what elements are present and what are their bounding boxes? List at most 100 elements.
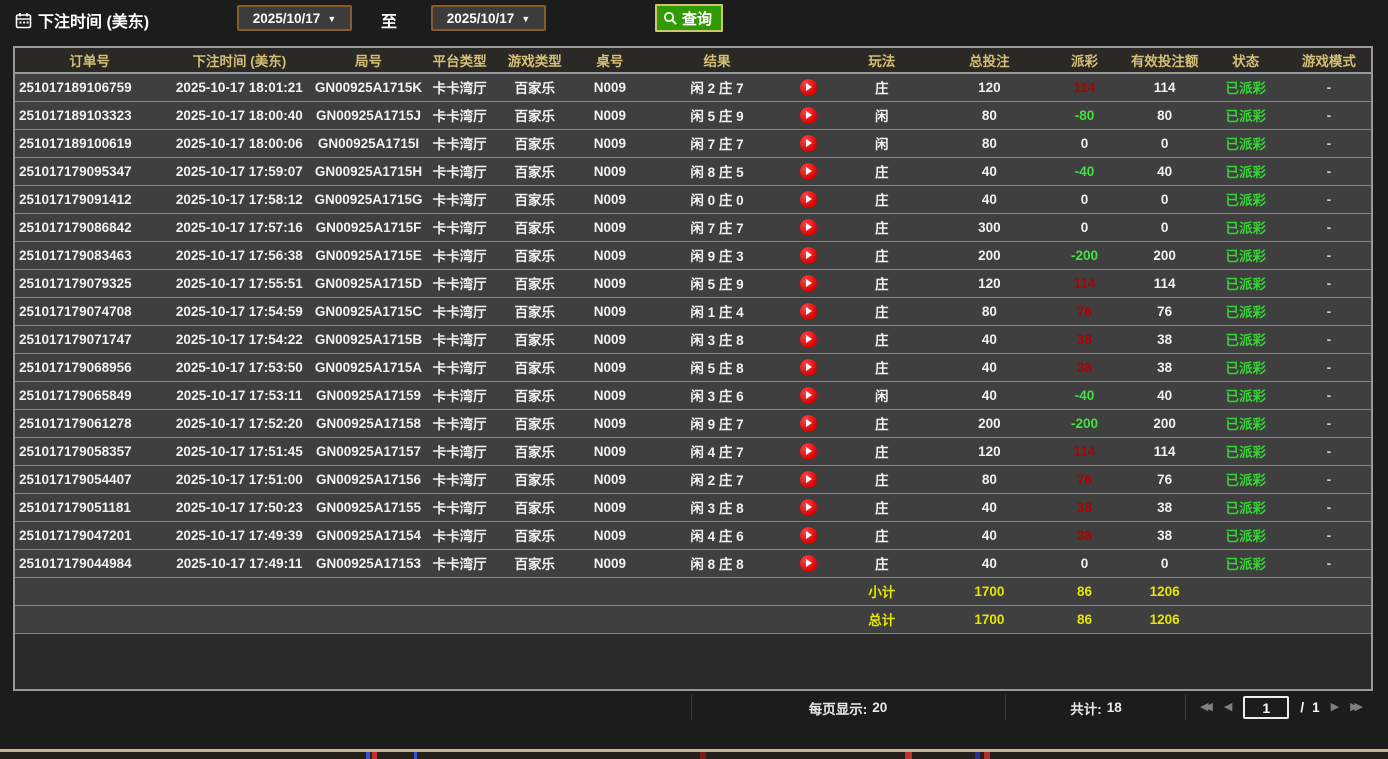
game-type-cell: 百家乐 <box>497 213 573 241</box>
replay-cell <box>787 241 829 269</box>
play-video-icon[interactable] <box>800 191 817 208</box>
empty-filler-cell <box>14 633 1372 690</box>
payout-cell: -200 <box>1044 409 1124 437</box>
column-header-valid-bet: 有效投注额 <box>1125 47 1205 73</box>
replay-cell <box>787 549 829 577</box>
first-page-button[interactable]: ◀◀ <box>1200 702 1213 713</box>
prev-page-button[interactable]: ◀ <box>1224 702 1232 713</box>
game-type-cell: 百家乐 <box>497 325 573 353</box>
play-video-icon[interactable] <box>800 415 817 432</box>
game-type-cell: 百家乐 <box>497 129 573 157</box>
bet-time-cell: 2025-10-17 17:49:11 <box>164 549 314 577</box>
platform-cell: 卡卡湾厅 <box>423 213 497 241</box>
play-video-icon[interactable] <box>800 163 817 180</box>
table-row: 251017179047201 2025-10-17 17:49:39 GN00… <box>14 521 1372 549</box>
date-from-select[interactable]: 2025/10/17 ▼ <box>237 5 352 31</box>
play-video-icon[interactable] <box>800 527 817 544</box>
next-page-button[interactable]: ▶ <box>1331 702 1339 713</box>
play-video-icon[interactable] <box>800 359 817 376</box>
play-video-icon[interactable] <box>800 303 817 320</box>
valid-bet-cell: 0 <box>1125 129 1205 157</box>
bet-option-cell: 庄 <box>829 465 934 493</box>
table-no-cell: N009 <box>573 157 647 185</box>
status-cell: 已派彩 <box>1205 521 1287 549</box>
result-cell: 闲 5 庄 8 <box>647 353 787 381</box>
page-number-input[interactable] <box>1243 696 1289 719</box>
status-cell: 已派彩 <box>1205 129 1287 157</box>
play-video-icon[interactable] <box>800 219 817 236</box>
game-type-cell: 百家乐 <box>497 353 573 381</box>
game-type-cell: 百家乐 <box>497 297 573 325</box>
total-count-label: 共计: <box>1070 698 1102 718</box>
status-cell: 已派彩 <box>1205 101 1287 129</box>
status-cell: 已派彩 <box>1205 213 1287 241</box>
game-type-cell: 百家乐 <box>497 101 573 129</box>
play-video-icon[interactable] <box>800 331 817 348</box>
status-cell: 已派彩 <box>1205 353 1287 381</box>
play-video-icon[interactable] <box>800 555 817 572</box>
bet-option-cell: 庄 <box>829 409 934 437</box>
play-video-icon[interactable] <box>800 499 817 516</box>
replay-cell <box>787 409 829 437</box>
bet-time-cell: 2025-10-17 18:00:40 <box>164 101 314 129</box>
table-row: 251017179065849 2025-10-17 17:53:11 GN00… <box>14 381 1372 409</box>
column-header-platform: 平台类型 <box>423 47 497 73</box>
order-number-cell: 251017179061278 <box>14 409 164 437</box>
bet-option-cell: 闲 <box>829 129 934 157</box>
game-type-cell: 百家乐 <box>497 409 573 437</box>
game-type-cell: 百家乐 <box>497 381 573 409</box>
play-video-icon[interactable] <box>800 135 817 152</box>
platform-cell: 卡卡湾厅 <box>423 549 497 577</box>
valid-bet-cell: 38 <box>1125 325 1205 353</box>
play-video-icon[interactable] <box>800 471 817 488</box>
round-number-cell: GN00925A17158 <box>314 409 422 437</box>
play-video-icon[interactable] <box>800 247 817 264</box>
bet-option-cell: 闲 <box>829 101 934 129</box>
payout-cell: 76 <box>1044 297 1124 325</box>
last-page-button[interactable]: ▶▶ <box>1350 702 1363 713</box>
result-cell: 闲 7 庄 7 <box>647 129 787 157</box>
result-cell: 闲 2 庄 7 <box>647 465 787 493</box>
bet-time-cell: 2025-10-17 17:53:50 <box>164 353 314 381</box>
result-cell: 闲 1 庄 4 <box>647 297 787 325</box>
play-video-icon[interactable] <box>800 443 817 460</box>
order-number-cell: 251017179074708 <box>14 297 164 325</box>
total-spacer <box>14 605 829 633</box>
bet-option-cell: 庄 <box>829 325 934 353</box>
platform-cell: 卡卡湾厅 <box>423 185 497 213</box>
order-number-cell: 251017179091412 <box>14 185 164 213</box>
payout-cell: -200 <box>1044 241 1124 269</box>
date-to-select[interactable]: 2025/10/17 ▼ <box>431 5 546 31</box>
game-type-cell: 百家乐 <box>497 241 573 269</box>
order-number-cell: 251017189100619 <box>14 129 164 157</box>
table-row: 251017179051181 2025-10-17 17:50:23 GN00… <box>14 493 1372 521</box>
play-video-icon[interactable] <box>800 107 817 124</box>
status-cell: 已派彩 <box>1205 297 1287 325</box>
play-video-icon[interactable] <box>800 275 817 292</box>
order-number-cell: 251017179079325 <box>14 269 164 297</box>
play-video-icon[interactable] <box>800 387 817 404</box>
bet-time-cell: 2025-10-17 17:56:38 <box>164 241 314 269</box>
table-no-cell: N009 <box>573 549 647 577</box>
underlay-content-sliver <box>0 752 1388 759</box>
platform-cell: 卡卡湾厅 <box>423 73 497 101</box>
play-video-icon[interactable] <box>800 79 817 96</box>
column-header-payout: 派彩 <box>1044 47 1124 73</box>
total-label: 总计 <box>829 605 934 633</box>
query-button[interactable]: 查询 <box>655 4 723 32</box>
underlay-artifact <box>975 752 980 759</box>
subtotal-bet: 1700 <box>934 577 1044 605</box>
table-row: 251017179058357 2025-10-17 17:51:45 GN00… <box>14 437 1372 465</box>
valid-bet-cell: 76 <box>1125 465 1205 493</box>
game-mode-cell: - <box>1287 493 1372 521</box>
replay-cell <box>787 269 829 297</box>
payout-cell: 38 <box>1044 325 1124 353</box>
game-mode-cell: - <box>1287 101 1372 129</box>
total-bet-cell: 40 <box>934 381 1044 409</box>
result-cell: 闲 5 庄 9 <box>647 101 787 129</box>
platform-cell: 卡卡湾厅 <box>423 493 497 521</box>
payout-cell: 38 <box>1044 353 1124 381</box>
valid-bet-cell: 200 <box>1125 409 1205 437</box>
subtotal-row: 小计 1700 86 1206 <box>14 577 1372 605</box>
table-row: 251017179091412 2025-10-17 17:58:12 GN00… <box>14 185 1372 213</box>
